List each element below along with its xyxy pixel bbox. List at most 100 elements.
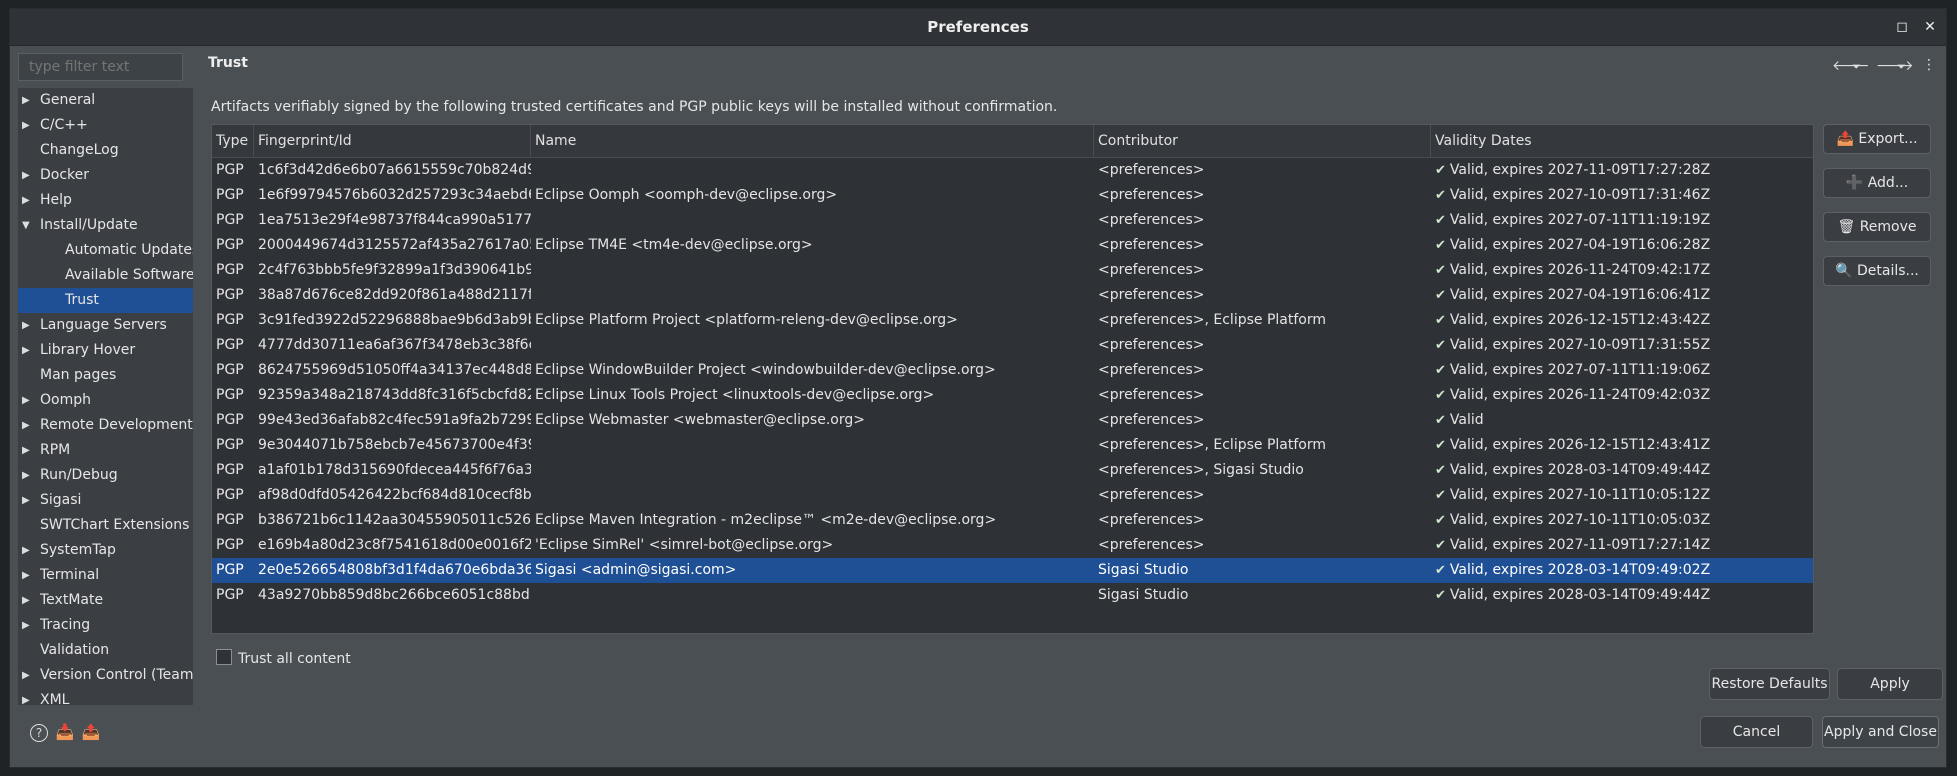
- sidebar-item-label: Tracing: [40, 617, 91, 633]
- sidebar-item[interactable]: SWTChart Extensions: [18, 513, 193, 538]
- table-row[interactable]: PGP e169b4a80d23c8f7541618d00e0016f2cbcb0…: [212, 533, 1813, 558]
- table-row[interactable]: PGP 43a9270bb859d8bc266bce6051c88bdbba70e…: [212, 583, 1813, 608]
- apply-and-close-button[interactable]: Apply and Close: [1822, 716, 1939, 748]
- sidebar-item[interactable]: ▶ Library Hover: [18, 338, 193, 363]
- sidebar-item[interactable]: ▶ RPM: [18, 438, 193, 463]
- cell-contributor: Sigasi Studio: [1098, 587, 1189, 603]
- table-row[interactable]: PGP 1e6f99794576b6032d257293c34aebd62e8e9…: [212, 183, 1813, 208]
- table-row[interactable]: PGP 38a87d676ce82dd920f861a488d2117facb95…: [212, 283, 1813, 308]
- apply-button[interactable]: Apply: [1837, 668, 1943, 700]
- table-row[interactable]: PGP 3c91fed3922d52296888bae9b6d3ab9bcc641…: [212, 308, 1813, 333]
- table-row[interactable]: PGP b386721b6c1142aa30455905011c526f29b2c…: [212, 508, 1813, 533]
- column-header-fingerprint[interactable]: Fingerprint/Id: [254, 125, 531, 157]
- table-row[interactable]: PGP 8624755969d51050ff4a34137ec448d874ff4…: [212, 358, 1813, 383]
- sidebar-item[interactable]: ▶ Oomph: [18, 388, 193, 413]
- check-icon: ✔: [1435, 588, 1446, 603]
- collapsed-arrow-icon[interactable]: ▶: [22, 663, 34, 688]
- filter-input[interactable]: [18, 53, 183, 81]
- collapsed-arrow-icon[interactable]: ▶: [22, 163, 34, 188]
- column-header-name[interactable]: Name: [531, 125, 1094, 157]
- sidebar-item[interactable]: ▶ Remote Development: [18, 413, 193, 438]
- remove-button[interactable]: 🗑 Remove: [1823, 212, 1931, 242]
- collapsed-arrow-icon[interactable]: ▶: [22, 488, 34, 513]
- sidebar-item[interactable]: Man pages: [18, 363, 193, 388]
- collapsed-arrow-icon[interactable]: ▶: [22, 588, 34, 613]
- table-row[interactable]: PGP 4777dd30711ea6af367f3478eb3c38f6c7a0f…: [212, 333, 1813, 358]
- collapsed-arrow-icon[interactable]: ▶: [22, 463, 34, 488]
- sidebar-item[interactable]: ▶ TextMate: [18, 588, 193, 613]
- collapsed-arrow-icon[interactable]: ▶: [22, 413, 34, 438]
- add-button[interactable]: ➕ Add...: [1823, 168, 1931, 198]
- sidebar-item[interactable]: Trust: [18, 288, 193, 313]
- sidebar-item[interactable]: ▶ Docker: [18, 163, 193, 188]
- collapsed-arrow-icon[interactable]: ▶: [22, 88, 34, 113]
- table-row[interactable]: PGP 1c6f3d42d6e6b07a6615559c70b824d9a6b4a…: [212, 158, 1813, 183]
- table-row[interactable]: PGP 1ea7513e29f4e98737f844ca990a5177f70ca…: [212, 208, 1813, 233]
- validity-text: Valid, expires 2026-11-24T09:42:03Z: [1449, 387, 1711, 403]
- collapsed-arrow-icon[interactable]: ▶: [22, 688, 34, 705]
- sidebar-item[interactable]: ▶ Language Servers: [18, 313, 193, 338]
- table-row[interactable]: PGP 92359a348a218743dd8fc316f5cbcfd82f07d…: [212, 383, 1813, 408]
- cell-validity: ✔ Valid, expires 2027-04-19T16:06:41Z: [1431, 283, 1813, 308]
- restore-defaults-button[interactable]: Restore Defaults: [1709, 668, 1830, 700]
- sidebar-item[interactable]: ▼ Install/Update: [18, 213, 193, 238]
- export-button[interactable]: 📤 Export...: [1823, 124, 1931, 154]
- close-icon[interactable]: ✕: [1920, 17, 1940, 37]
- sidebar-item[interactable]: ▶ Help: [18, 188, 193, 213]
- sidebar-item[interactable]: ▶ C/C++: [18, 113, 193, 138]
- sidebar-item[interactable]: ▶ Run/Debug: [18, 463, 193, 488]
- collapsed-arrow-icon[interactable]: ▶: [22, 188, 34, 213]
- table-row[interactable]: PGP 2e0e526654808bf3d1f4da670e6bda36841c1…: [212, 558, 1813, 583]
- validity-text: Valid, expires 2027-07-11T11:19:19Z: [1449, 212, 1711, 228]
- expanded-arrow-icon[interactable]: ▼: [22, 213, 34, 238]
- collapsed-arrow-icon[interactable]: ▶: [22, 388, 34, 413]
- sidebar-item[interactable]: Available Software: [18, 263, 193, 288]
- collapsed-arrow-icon[interactable]: ▶: [22, 438, 34, 463]
- sidebar-item[interactable]: ▶ Sigasi: [18, 488, 193, 513]
- table-body: PGP 1c6f3d42d6e6b07a6615559c70b824d9a6b4a…: [212, 158, 1813, 608]
- column-header-type[interactable]: Type: [212, 125, 254, 157]
- trust-all-checkbox-row[interactable]: Trust all content: [216, 649, 351, 667]
- collapsed-arrow-icon[interactable]: ▶: [22, 313, 34, 338]
- validity-text: Valid, expires 2028-03-14T09:49:02Z: [1449, 562, 1711, 578]
- forward-dropdown-icon[interactable]: ⏷: [1897, 60, 1906, 74]
- column-header-validity[interactable]: Validity Dates: [1431, 125, 1813, 157]
- sidebar-item[interactable]: ▶ Version Control (Team): [18, 663, 193, 688]
- cell-type: PGP: [216, 537, 244, 553]
- table-row[interactable]: PGP 9e3044071b758ebcb7e45673700e4f39bc053…: [212, 433, 1813, 458]
- back-icon[interactable]: 🡐: [1832, 57, 1870, 74]
- sidebar-item[interactable]: ▶ SystemTap: [18, 538, 193, 563]
- sidebar-item[interactable]: ▶ Terminal: [18, 563, 193, 588]
- collapsed-arrow-icon[interactable]: ▶: [22, 563, 34, 588]
- back-dropdown-icon[interactable]: ⏷: [1852, 60, 1861, 74]
- collapsed-arrow-icon[interactable]: ▶: [22, 338, 34, 363]
- table-row[interactable]: PGP af98d0dfd05426422bcf684d810cecf8ba271…: [212, 483, 1813, 508]
- column-header-contributor[interactable]: Contributor: [1094, 125, 1431, 157]
- collapsed-arrow-icon[interactable]: ▶: [22, 113, 34, 138]
- cell-type: PGP: [216, 462, 244, 478]
- sidebar-item[interactable]: Validation: [18, 638, 193, 663]
- forward-icon[interactable]: 🡒: [1876, 57, 1914, 74]
- table-row[interactable]: PGP a1af01b178d315690fdecea445f6f76a3b6a6…: [212, 458, 1813, 483]
- sidebar-item[interactable]: ▶ Tracing: [18, 613, 193, 638]
- collapsed-arrow-icon[interactable]: ▶: [22, 538, 34, 563]
- cell-fp: 4777dd30711ea6af367f3478eb3c38f6c7a0f00d: [258, 337, 531, 353]
- table-row[interactable]: PGP 2000449674d3125572af435a27617a05e2db0…: [212, 233, 1813, 258]
- import-icon[interactable]: 📥: [54, 721, 76, 743]
- sidebar-item[interactable]: ▶ XML: [18, 688, 193, 705]
- details-button[interactable]: 🔍 Details...: [1823, 256, 1931, 286]
- view-menu-icon[interactable]: ⋮: [1922, 57, 1936, 73]
- cell-validity: ✔ Valid, expires 2027-07-11T11:19:06Z: [1431, 358, 1813, 383]
- table-row[interactable]: PGP 2c4f763bbb5fe9f32899a1f3d390641b99caa…: [212, 258, 1813, 283]
- help-icon[interactable]: ?: [30, 724, 48, 742]
- export-icon[interactable]: 📤: [80, 721, 102, 743]
- table-row[interactable]: PGP 99e43ed36afab82c4fec591a9fa2b7299f51e…: [212, 408, 1813, 433]
- trust-all-checkbox[interactable]: [216, 649, 232, 665]
- sidebar-item[interactable]: ▶ General: [18, 88, 193, 113]
- collapsed-arrow-icon[interactable]: ▶: [22, 613, 34, 638]
- cancel-button[interactable]: Cancel: [1700, 716, 1813, 748]
- maximize-icon[interactable]: ◻: [1892, 17, 1912, 37]
- cell-validity: ✔ Valid, expires 2027-04-19T16:06:28Z: [1431, 233, 1813, 258]
- sidebar-item[interactable]: Automatic Updates: [18, 238, 193, 263]
- sidebar-item[interactable]: ChangeLog: [18, 138, 193, 163]
